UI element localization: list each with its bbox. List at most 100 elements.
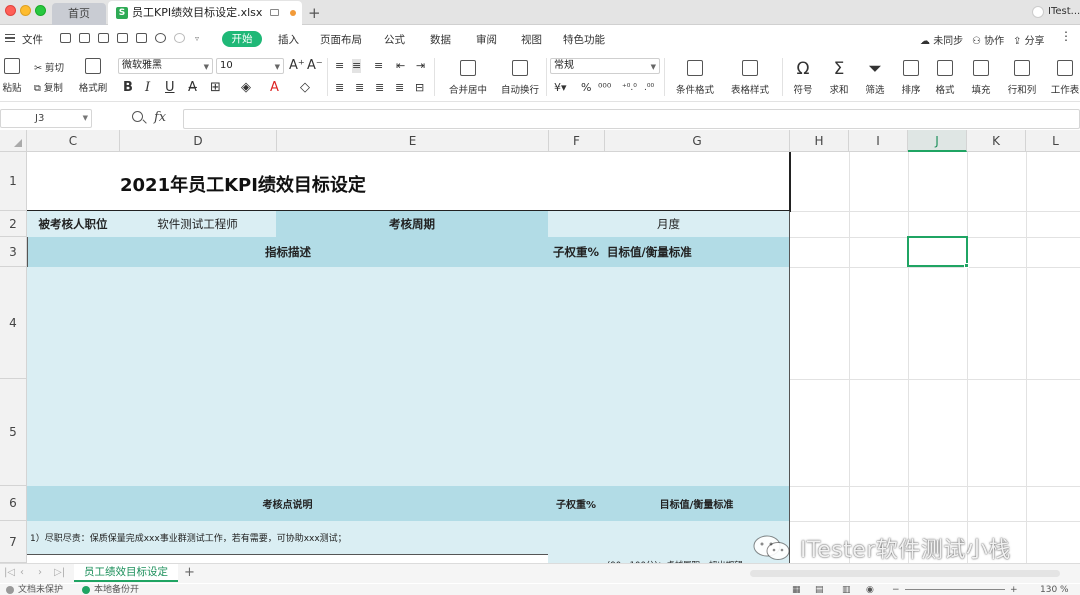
hamburger-menu-icon[interactable] bbox=[5, 34, 15, 42]
increase-font-icon[interactable]: A⁺ bbox=[289, 59, 305, 73]
align-right-icon[interactable]: ≣ bbox=[375, 81, 384, 95]
cell-weight-2[interactable] bbox=[548, 379, 605, 487]
row-header-3[interactable]: 3 bbox=[0, 237, 27, 267]
tab-review[interactable]: 审阅 bbox=[476, 32, 497, 47]
cell-target-header-2[interactable]: 目标值/衡量标准 bbox=[604, 486, 790, 522]
monitor-icon[interactable] bbox=[270, 9, 279, 16]
italic-button[interactable]: I bbox=[145, 81, 150, 95]
copy-button[interactable]: ⧉ 复制 bbox=[34, 80, 63, 94]
fill-handle[interactable] bbox=[964, 263, 969, 268]
formula-input[interactable] bbox=[183, 109, 1080, 129]
tab-page-layout[interactable]: 页面布局 bbox=[320, 32, 362, 47]
column-header-i[interactable]: I bbox=[849, 130, 908, 152]
number-format-select[interactable]: 常规 ▼ bbox=[550, 58, 660, 74]
strikethrough-button[interactable]: A̶ bbox=[188, 81, 197, 95]
column-header-l[interactable]: L bbox=[1026, 130, 1080, 152]
worksheet-button[interactable]: 工作表 bbox=[1050, 60, 1080, 96]
bold-button[interactable]: B bbox=[123, 81, 133, 95]
distributed-icon[interactable]: ⊟ bbox=[415, 81, 424, 95]
column-header-d[interactable]: D bbox=[120, 130, 277, 152]
fx-icon[interactable]: fx bbox=[154, 110, 166, 125]
undo-icon[interactable] bbox=[155, 33, 166, 43]
tab-view[interactable]: 视图 bbox=[521, 32, 542, 47]
cell-period-label[interactable]: 考核周期 bbox=[276, 211, 549, 238]
column-header-c[interactable]: C bbox=[27, 130, 120, 152]
format-painter-button[interactable]: 格式刷 bbox=[78, 58, 108, 94]
clear-format-icon[interactable]: ◇ bbox=[300, 81, 310, 95]
underline-button[interactable]: U bbox=[165, 81, 175, 95]
active-cell-selection[interactable] bbox=[907, 236, 968, 267]
quick-access-dropdown-icon[interactable]: ▿ bbox=[195, 34, 199, 43]
share-button[interactable]: ⇪ 分享 bbox=[1013, 32, 1045, 47]
eye-icon[interactable]: ◉ bbox=[866, 585, 874, 595]
sheet-tab-active[interactable]: 员工绩效目标设定 bbox=[74, 564, 178, 582]
align-center-icon[interactable]: ≣ bbox=[355, 81, 364, 95]
sum-button[interactable]: Σ 求和 bbox=[824, 60, 854, 96]
percent-icon[interactable]: % bbox=[581, 81, 591, 95]
column-header-g[interactable]: G bbox=[605, 130, 790, 152]
cell-position-label[interactable]: 被考核人职位 bbox=[27, 211, 120, 238]
more-icon[interactable]: ⋮ bbox=[1060, 29, 1072, 43]
column-header-f[interactable]: F bbox=[549, 130, 605, 152]
increase-decimal-icon[interactable]: ⁺⁰.⁰ bbox=[622, 81, 637, 95]
decrease-decimal-icon[interactable]: .⁰⁰ bbox=[644, 81, 654, 95]
export-icon[interactable] bbox=[98, 33, 109, 43]
column-header-e[interactable]: E bbox=[277, 130, 549, 152]
row-header-1[interactable]: 1 bbox=[0, 152, 27, 211]
last-sheet-icon[interactable]: ▷| bbox=[54, 567, 65, 578]
row-header-5[interactable]: 5 bbox=[0, 379, 27, 486]
format-button[interactable]: 格式 bbox=[930, 60, 960, 96]
add-sheet-button[interactable]: + bbox=[184, 565, 195, 580]
tab-document[interactable]: S 员工KPI绩效目标设定.xlsx bbox=[108, 1, 302, 25]
horizontal-scrollbar[interactable] bbox=[750, 570, 1060, 577]
cell-position-value[interactable]: 软件测试工程师 bbox=[119, 211, 277, 238]
cut-button[interactable]: ✂ 剪切 bbox=[34, 60, 64, 74]
spreadsheet-grid[interactable]: C D E F G H I J K L 1 2 3 4 5 6 7 2021年员… bbox=[0, 130, 1080, 563]
font-size-select[interactable]: 10 ▼ bbox=[216, 58, 284, 74]
row-header-2[interactable]: 2 bbox=[0, 211, 27, 237]
save-icon[interactable] bbox=[79, 33, 90, 43]
open-folder-icon[interactable] bbox=[60, 33, 71, 43]
align-top-icon[interactable]: ≡ bbox=[335, 59, 344, 73]
normal-view-icon[interactable]: ▦ bbox=[792, 585, 801, 595]
filter-button[interactable]: ⏷ 筛选 bbox=[860, 60, 890, 96]
user-account[interactable]: ITest... bbox=[1032, 4, 1080, 22]
tab-start[interactable]: 开始 bbox=[222, 31, 262, 47]
select-all-corner[interactable] bbox=[0, 130, 27, 152]
cell-indicator-desc-2[interactable] bbox=[27, 379, 549, 487]
row-header-6[interactable]: 6 bbox=[0, 486, 27, 521]
row-col-button[interactable]: 行和列 bbox=[1004, 60, 1040, 96]
zoom-slider[interactable] bbox=[905, 589, 1005, 590]
cell-weight-header-2[interactable]: 子权重% bbox=[548, 486, 605, 522]
close-window-button[interactable] bbox=[5, 5, 16, 16]
fill-color-icon[interactable]: ◈ bbox=[241, 81, 251, 95]
font-color-icon[interactable]: A bbox=[270, 81, 279, 95]
wrap-text-button[interactable]: 自动换行 bbox=[498, 60, 542, 96]
new-tab-button[interactable]: + bbox=[308, 2, 321, 24]
borders-icon[interactable]: ⊞ bbox=[210, 81, 221, 95]
table-style-button[interactable]: 表格样式 bbox=[727, 60, 773, 96]
align-bottom-icon[interactable]: ≡ bbox=[374, 59, 383, 73]
cell-target-header[interactable]: 目标值/衡量标准 bbox=[604, 237, 790, 268]
search-icon[interactable] bbox=[132, 111, 143, 122]
currency-icon[interactable]: ¥▾ bbox=[554, 81, 567, 95]
align-left-icon[interactable]: ≣ bbox=[335, 81, 344, 95]
zoom-out-icon[interactable]: − bbox=[892, 585, 900, 595]
page-break-view-icon[interactable]: ▥ bbox=[842, 585, 851, 595]
conditional-format-button[interactable]: 条件格式 bbox=[672, 60, 718, 96]
indent-decrease-icon[interactable]: ⇤ bbox=[396, 59, 405, 73]
cell-checkpoint-1[interactable]: 1）尽职尽责：保质保量完成xxx事业群测试工作，若有需要，可协助xxx测试； bbox=[27, 521, 549, 555]
column-header-k[interactable]: K bbox=[967, 130, 1026, 152]
thousands-icon[interactable]: ⁰⁰⁰ bbox=[598, 81, 611, 95]
prev-sheet-icon[interactable]: ‹ bbox=[20, 567, 24, 578]
sort-button[interactable]: 排序 bbox=[896, 60, 926, 96]
tab-home[interactable]: 首页 bbox=[52, 3, 106, 25]
doc-protect-status[interactable]: 文档未保护 bbox=[18, 585, 63, 595]
align-middle-icon[interactable]: ≡ bbox=[352, 59, 362, 73]
print-icon[interactable] bbox=[117, 33, 128, 43]
merge-center-button[interactable]: 合并居中 bbox=[444, 60, 492, 96]
sync-status[interactable]: ☁ 未同步 bbox=[920, 32, 963, 47]
row-header-7[interactable]: 7 bbox=[0, 521, 27, 563]
tab-formulas[interactable]: 公式 bbox=[384, 32, 405, 47]
print-preview-icon[interactable] bbox=[136, 33, 147, 43]
